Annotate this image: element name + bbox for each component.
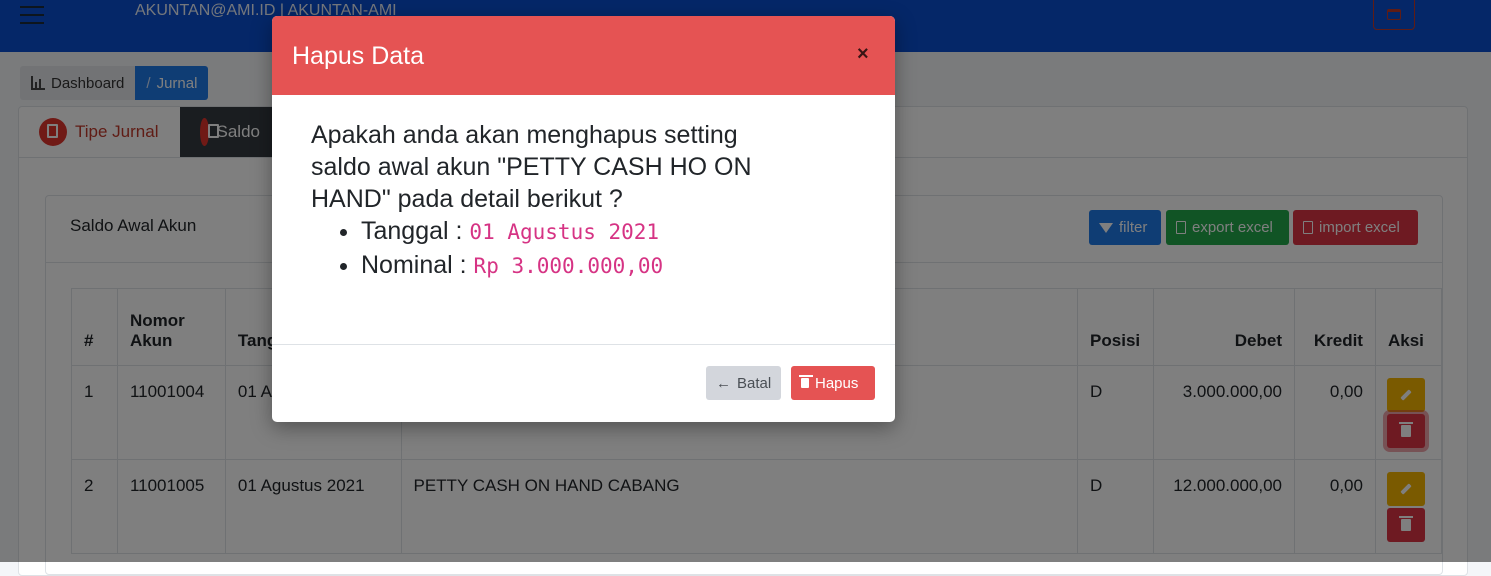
detail-tanggal: Tanggal : 01 Agustus 2021 xyxy=(361,215,856,249)
confirm-delete-button[interactable]: Hapus xyxy=(791,366,875,400)
trash-icon xyxy=(799,375,813,388)
tanggal-value: 01 Agustus 2021 xyxy=(469,220,660,244)
detail-list: Tanggal : 01 Agustus 2021 Nominal : Rp 3… xyxy=(311,215,856,283)
arrow-left-icon: ← xyxy=(716,374,731,392)
delete-label: Hapus xyxy=(815,374,859,392)
detail-nominal: Nominal : Rp 3.000.000,00 xyxy=(361,249,856,283)
modal-header: Hapus Data × xyxy=(272,16,895,95)
modal-title: Hapus Data xyxy=(292,42,425,70)
close-icon[interactable]: × xyxy=(857,43,869,66)
modal-footer: ← Batal Hapus xyxy=(272,345,895,421)
nominal-value: Rp 3.000.000,00 xyxy=(473,254,664,278)
cancel-label: Batal xyxy=(737,374,772,392)
delete-modal: Hapus Data × Apakah anda akan menghapus … xyxy=(272,16,895,422)
tanggal-label: Tanggal : xyxy=(361,217,463,245)
modal-body: Apakah anda akan menghapus setting saldo… xyxy=(272,95,895,345)
modal-message: Apakah anda akan menghapus setting saldo… xyxy=(311,121,752,213)
cancel-button[interactable]: ← Batal xyxy=(706,366,781,400)
nominal-label: Nominal : xyxy=(361,251,467,279)
